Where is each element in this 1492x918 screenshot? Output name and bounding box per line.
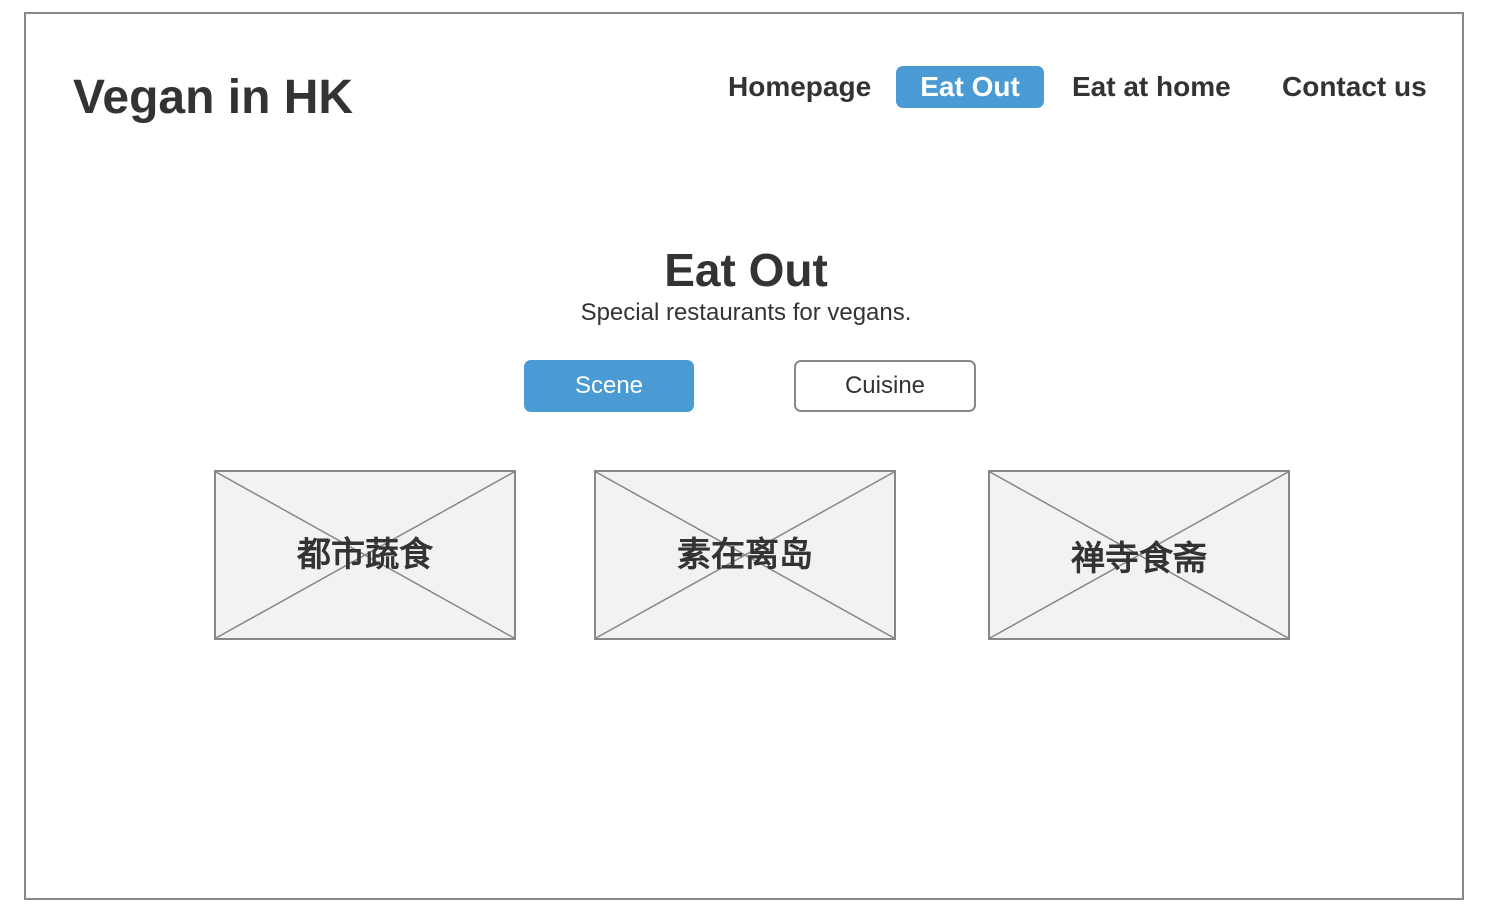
nav-contact-us[interactable]: Contact us [1282, 66, 1427, 108]
card-suzai-lidao[interactable]: 素在离岛 [594, 470, 896, 640]
card-dushi-shushi[interactable]: 都市蔬食 [214, 470, 516, 640]
page-title: Eat Out [664, 244, 828, 296]
tab-scene[interactable]: Scene [524, 360, 694, 412]
page-frame: Vegan in HK Homepage Eat Out Eat at home… [24, 12, 1464, 900]
card-chansi-shizhai[interactable]: 禅寺食斋 [988, 470, 1290, 640]
card-label: 都市蔬食 [297, 535, 433, 575]
nav-homepage[interactable]: Homepage [728, 66, 871, 108]
nav-eat-out[interactable]: Eat Out [896, 66, 1044, 108]
site-logo[interactable]: Vegan in HK [73, 70, 353, 126]
card-label: 素在离岛 [677, 535, 813, 575]
nav-eat-at-home[interactable]: Eat at home [1072, 66, 1231, 108]
page-subtitle: Special restaurants for vegans. [580, 299, 912, 326]
card-label: 禅寺食斋 [1071, 539, 1207, 579]
tab-cuisine[interactable]: Cuisine [794, 360, 976, 412]
